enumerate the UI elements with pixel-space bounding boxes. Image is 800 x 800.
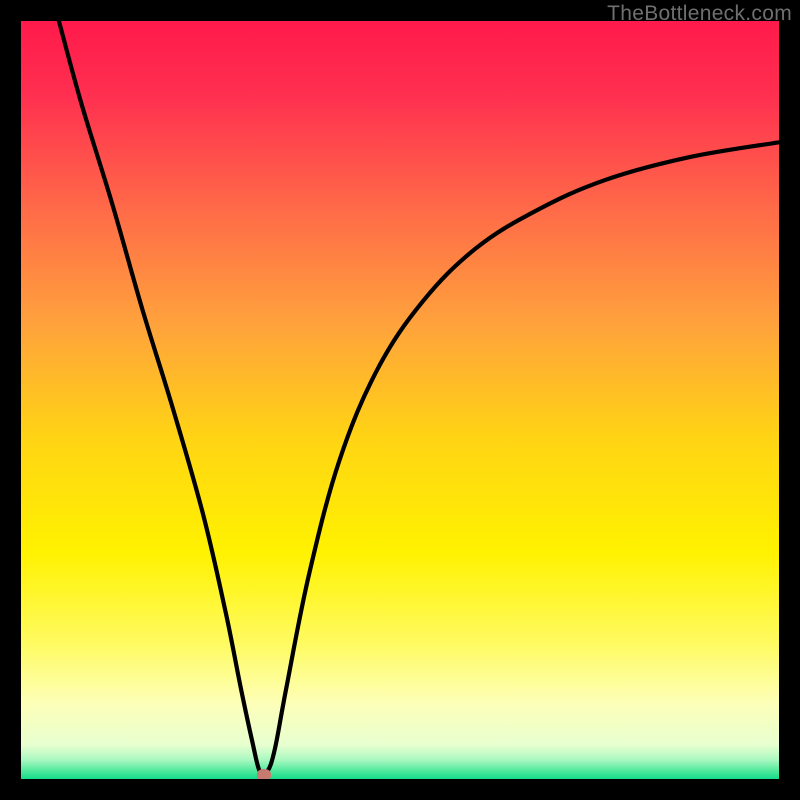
bottleneck-curve	[21, 21, 779, 779]
chart-area	[21, 21, 779, 779]
watermark-text: TheBottleneck.com	[607, 2, 792, 26]
optimal-point-marker	[257, 769, 271, 779]
